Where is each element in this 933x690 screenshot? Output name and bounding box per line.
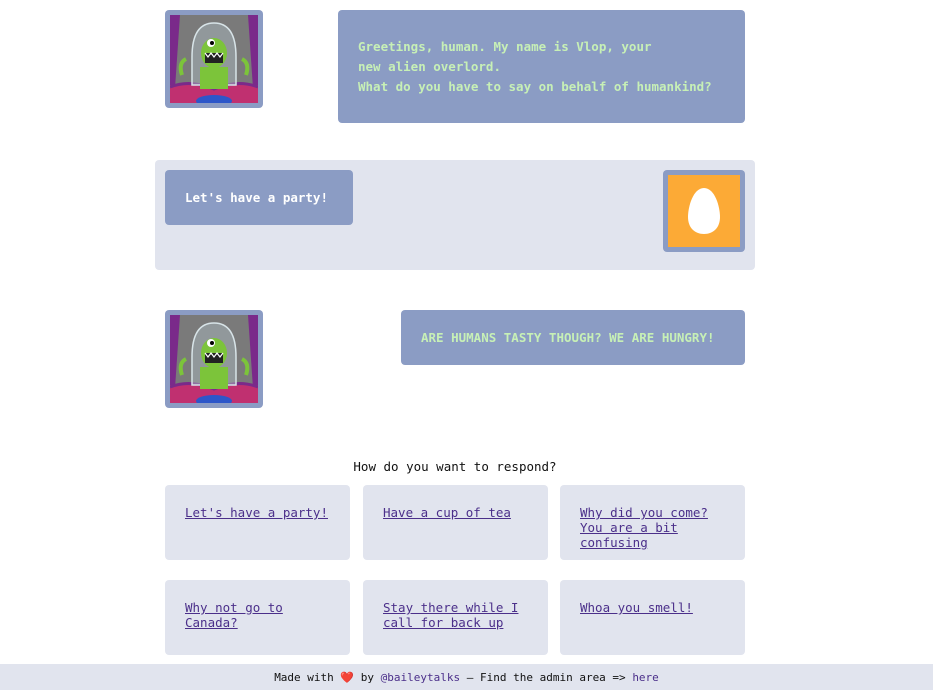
alien-avatar-image bbox=[170, 15, 258, 103]
footer-by: by bbox=[360, 670, 374, 684]
player-message-row: Let's have a party! bbox=[155, 160, 755, 270]
choice-card: Why did you come? You are a bit confusin… bbox=[560, 485, 745, 560]
footer-made-with: Made with bbox=[274, 670, 334, 684]
choice-link-canada[interactable]: Why not go to Canada? bbox=[185, 600, 332, 630]
choice-card: Stay there while I call for back up bbox=[363, 580, 548, 655]
footer: Made with ❤️ by @baileytalks — Find the … bbox=[0, 664, 933, 690]
choice-card: Whoa you smell! bbox=[560, 580, 745, 655]
alien-message-line: Greetings, human. My name is Vlop, your bbox=[358, 39, 652, 54]
egg-icon bbox=[688, 188, 720, 234]
alien-message-line: What do you have to say on behalf of hum… bbox=[358, 79, 712, 94]
choice-card: Let's have a party! bbox=[165, 485, 350, 560]
choice-card: Why not go to Canada? bbox=[165, 580, 350, 655]
response-prompt: How do you want to respond? bbox=[353, 459, 557, 474]
choice-link-smell[interactable]: Whoa you smell! bbox=[580, 600, 727, 615]
choice-card: Have a cup of tea bbox=[363, 485, 548, 560]
alien-avatar-icon bbox=[165, 310, 263, 408]
choice-link-tea[interactable]: Have a cup of tea bbox=[383, 505, 530, 520]
egg-avatar-background bbox=[668, 175, 740, 247]
alien-message-bubble: ARE HUMANS TASTY THOUGH? WE ARE HUNGRY! bbox=[401, 310, 745, 365]
admin-link[interactable]: here bbox=[632, 671, 659, 684]
alien-avatar-icon bbox=[165, 10, 263, 108]
footer-middle-text: — Find the admin area => bbox=[466, 670, 626, 684]
author-link[interactable]: @baileytalks bbox=[381, 671, 460, 684]
alien-message-line: new alien overlord. bbox=[358, 59, 501, 74]
alien-message-text: ARE HUMANS TASTY THOUGH? WE ARE HUNGRY! bbox=[421, 330, 715, 345]
player-message-text: Let's have a party! bbox=[185, 190, 328, 205]
alien-message-bubble: Greetings, human. My name is Vlop, your … bbox=[338, 10, 745, 123]
heart-icon: ❤️ bbox=[340, 670, 355, 684]
egg-avatar-icon bbox=[663, 170, 745, 252]
choice-link-why-come[interactable]: Why did you come? You are a bit confusin… bbox=[580, 505, 727, 550]
alien-avatar-image bbox=[170, 315, 258, 403]
choice-link-party[interactable]: Let's have a party! bbox=[185, 505, 332, 520]
player-message-bubble: Let's have a party! bbox=[165, 170, 353, 225]
choice-link-backup[interactable]: Stay there while I call for back up bbox=[383, 600, 530, 630]
